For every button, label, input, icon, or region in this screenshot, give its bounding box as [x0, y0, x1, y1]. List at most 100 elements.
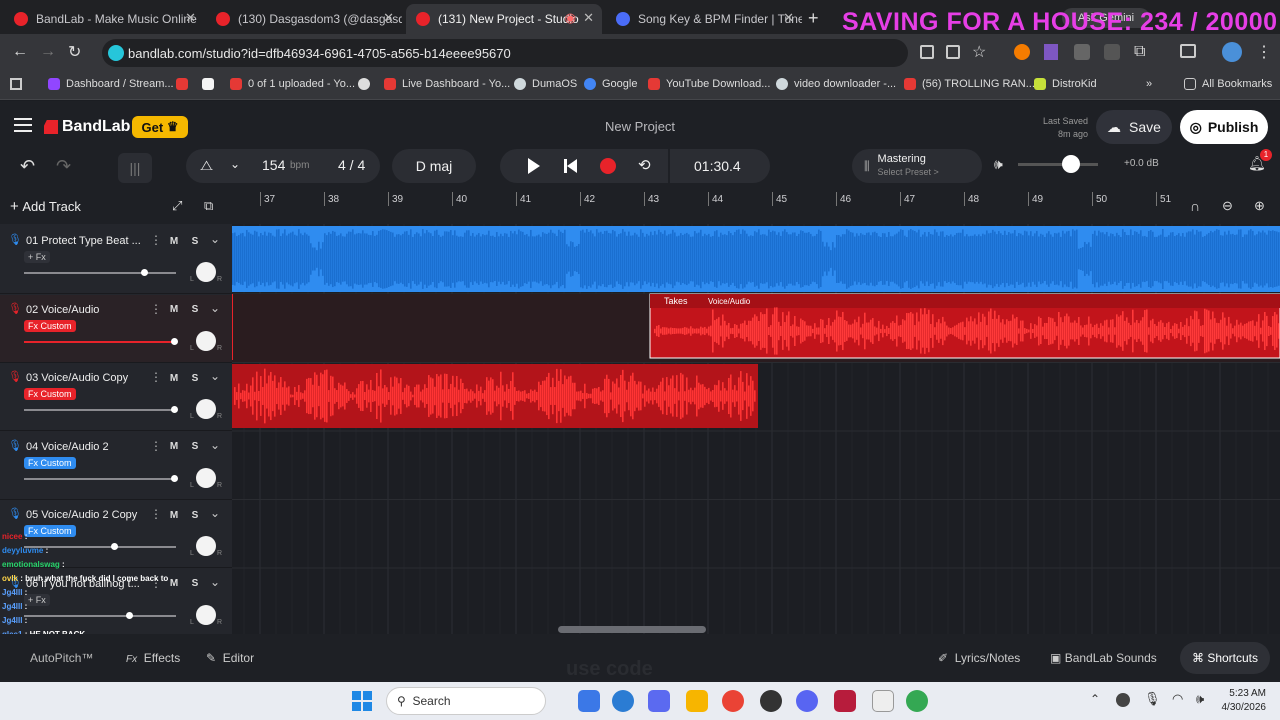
- close-icon[interactable]: ✕: [783, 10, 794, 26]
- chrome-icon[interactable]: [722, 690, 744, 712]
- volume-slider-handle[interactable]: [171, 337, 178, 345]
- address-bar[interactable]: bandlab.com/studio?id=dfb46934-6961-4705…: [102, 39, 908, 67]
- chevron-down-icon[interactable]: ⌄: [210, 438, 220, 452]
- bookmarks-overflow-icon[interactable]: »: [1146, 78, 1152, 90]
- publish-button[interactable]: ◎ Publish: [1180, 110, 1268, 144]
- track-name[interactable]: 05 Voice/Audio 2 Copy: [26, 509, 144, 521]
- taskbar-search[interactable]: ⚲ Search: [386, 687, 546, 715]
- reading-mode-icon[interactable]: [920, 45, 934, 59]
- bookmark-item[interactable]: Dashboard / Stream...: [48, 78, 174, 90]
- magnet-snap-icon[interactable]: ∩: [1190, 198, 1200, 214]
- tab-bandlab[interactable]: BandLab - Make Music Online ✕: [4, 4, 204, 34]
- back-icon[interactable]: ←: [12, 43, 28, 61]
- chevron-down-icon[interactable]: ⌄: [210, 369, 220, 383]
- file-explorer-icon[interactable]: [578, 690, 600, 712]
- mute-button[interactable]: M: [165, 438, 183, 456]
- mastering-button[interactable]: ⫼ Mastering Select Preset >: [852, 149, 982, 183]
- fx-button[interactable]: + Fx: [24, 251, 50, 263]
- track-name[interactable]: 01 Protect Type Beat ...: [26, 235, 144, 247]
- fx-button[interactable]: Fx Custom: [24, 388, 76, 400]
- bpm-value[interactable]: 154: [262, 157, 285, 173]
- shortcuts-button[interactable]: ⌘ Shortcuts: [1180, 642, 1270, 674]
- forward-icon[interactable]: →: [40, 43, 56, 61]
- master-volume-handle[interactable]: [1062, 155, 1080, 173]
- metronome-icon[interactable]: ⧍: [200, 157, 213, 174]
- timeline-ruler[interactable]: 37 38 39 40 41 42 43 44 45 46 47 48 49 50 51 ∩ ⊖ ⊕: [232, 190, 1280, 224]
- tab-new-project[interactable]: (131) New Project - Studio ◉ ✕: [406, 4, 602, 34]
- close-icon[interactable]: ✕: [383, 10, 394, 26]
- mixer-icon[interactable]: |||: [118, 153, 152, 183]
- track-header[interactable]: 🎙︎ 04 Voice/Audio 2 ⋮ M S ⌄ Fx Custom L R: [0, 431, 232, 500]
- timeline-canvas[interactable]: Takes Voice/Audio: [232, 190, 1280, 634]
- autopitch-tab[interactable]: AutoPitch™: [30, 651, 93, 665]
- discord-icon[interactable]: [796, 690, 818, 712]
- volume-slider[interactable]: [24, 477, 176, 480]
- chevron-down-icon[interactable]: ⌄: [230, 157, 240, 171]
- solo-button[interactable]: S: [186, 438, 204, 456]
- chevron-down-icon[interactable]: ⌄: [210, 232, 220, 246]
- install-app-icon[interactable]: [946, 45, 960, 59]
- play-icon[interactable]: [528, 158, 540, 174]
- tab-dasgasdom3[interactable]: (130) Dasgasdom3 (@dasgasdo ✕: [206, 4, 402, 34]
- bookmark-item[interactable]: video downloader -...: [776, 78, 896, 90]
- chrome-profile-icon[interactable]: [906, 690, 928, 712]
- close-icon[interactable]: ✕: [185, 10, 196, 26]
- volume-slider[interactable]: [24, 340, 176, 343]
- microphone-icon[interactable]: 🎙︎: [8, 370, 22, 383]
- track-settings-icon[interactable]: ⧉: [204, 198, 213, 214]
- chevron-down-icon[interactable]: ⌄: [210, 575, 220, 589]
- track-header[interactable]: 🎙︎ 03 Voice/Audio Copy ⋮ M S ⌄ Fx Custom L R: [0, 363, 232, 431]
- volume-slider-handle[interactable]: [141, 269, 148, 276]
- pan-knob[interactable]: [196, 467, 216, 488]
- tray-chevron-icon[interactable]: ⌃: [1090, 692, 1100, 706]
- edge-icon[interactable]: [612, 690, 634, 712]
- solo-button[interactable]: S: [186, 369, 204, 387]
- record-icon[interactable]: [600, 158, 616, 174]
- folder-icon[interactable]: [686, 690, 708, 712]
- microphone-icon[interactable]: 🎙︎: [8, 233, 22, 246]
- adobe-icon[interactable]: [834, 690, 856, 712]
- extension-icon[interactable]: [1074, 44, 1090, 60]
- fx-button[interactable]: Fx Custom: [24, 456, 76, 469]
- volume-slider-handle[interactable]: [171, 474, 178, 482]
- mute-button[interactable]: M: [165, 232, 183, 250]
- hamburger-menu-icon[interactable]: [14, 118, 32, 120]
- save-button[interactable]: ☁ Save: [1096, 110, 1172, 144]
- menu-kebab-icon[interactable]: ⋮: [1256, 42, 1272, 62]
- add-track-button[interactable]: + Add Track: [10, 198, 81, 215]
- track-menu-icon[interactable]: ⋮: [150, 439, 162, 453]
- track-menu-icon[interactable]: ⋮: [150, 370, 162, 384]
- microphone-icon[interactable]: 🎙︎: [1144, 691, 1161, 707]
- microphone-icon[interactable]: 🎙︎: [8, 302, 22, 315]
- bookmark-item[interactable]: DistroKid: [1034, 78, 1097, 90]
- pan-knob[interactable]: [196, 399, 216, 419]
- store-icon[interactable]: [648, 690, 670, 712]
- app-icon[interactable]: [760, 690, 782, 712]
- redo-icon[interactable]: ↷: [56, 156, 71, 177]
- extension-icon[interactable]: [1044, 44, 1058, 60]
- get-membership-button[interactable]: Get ♛: [132, 116, 188, 138]
- microphone-icon[interactable]: 🎙︎: [8, 507, 22, 520]
- solo-button[interactable]: S: [186, 506, 204, 524]
- track-name[interactable]: 04 Voice/Audio 2: [26, 441, 144, 453]
- skip-back-icon[interactable]: [564, 159, 578, 173]
- bandlab-sounds-button[interactable]: ▣ BandLab Sounds: [1050, 651, 1157, 665]
- bookmark-item[interactable]: Live Dashboard - Yo...: [384, 78, 510, 90]
- new-tab-button[interactable]: +: [808, 8, 819, 29]
- track-name[interactable]: 02 Voice/Audio: [26, 304, 144, 316]
- lyrics-notes-button[interactable]: ✐ Lyrics/Notes: [938, 651, 1020, 665]
- zoom-out-icon[interactable]: ⊖: [1222, 198, 1233, 214]
- clock[interactable]: 5:23 AM 4/30/2026: [1216, 687, 1267, 715]
- windows-start-icon[interactable]: [352, 691, 372, 711]
- effects-tab[interactable]: Fx Effects: [126, 651, 180, 665]
- bookmark-item[interactable]: Google: [584, 78, 637, 90]
- close-icon[interactable]: ✕: [583, 10, 594, 26]
- chevron-down-icon[interactable]: ⌄: [210, 301, 220, 315]
- fx-button[interactable]: Fx Custom: [24, 319, 76, 332]
- extensions-puzzle-icon[interactable]: ⧉: [1134, 43, 1145, 61]
- microphone-icon[interactable]: 🎙︎: [8, 439, 22, 452]
- horizontal-scrollbar[interactable]: [558, 626, 706, 633]
- tab-search-icon[interactable]: [1180, 44, 1196, 58]
- pan-knob[interactable]: [196, 262, 216, 282]
- loop-icon[interactable]: ⟲: [638, 156, 651, 174]
